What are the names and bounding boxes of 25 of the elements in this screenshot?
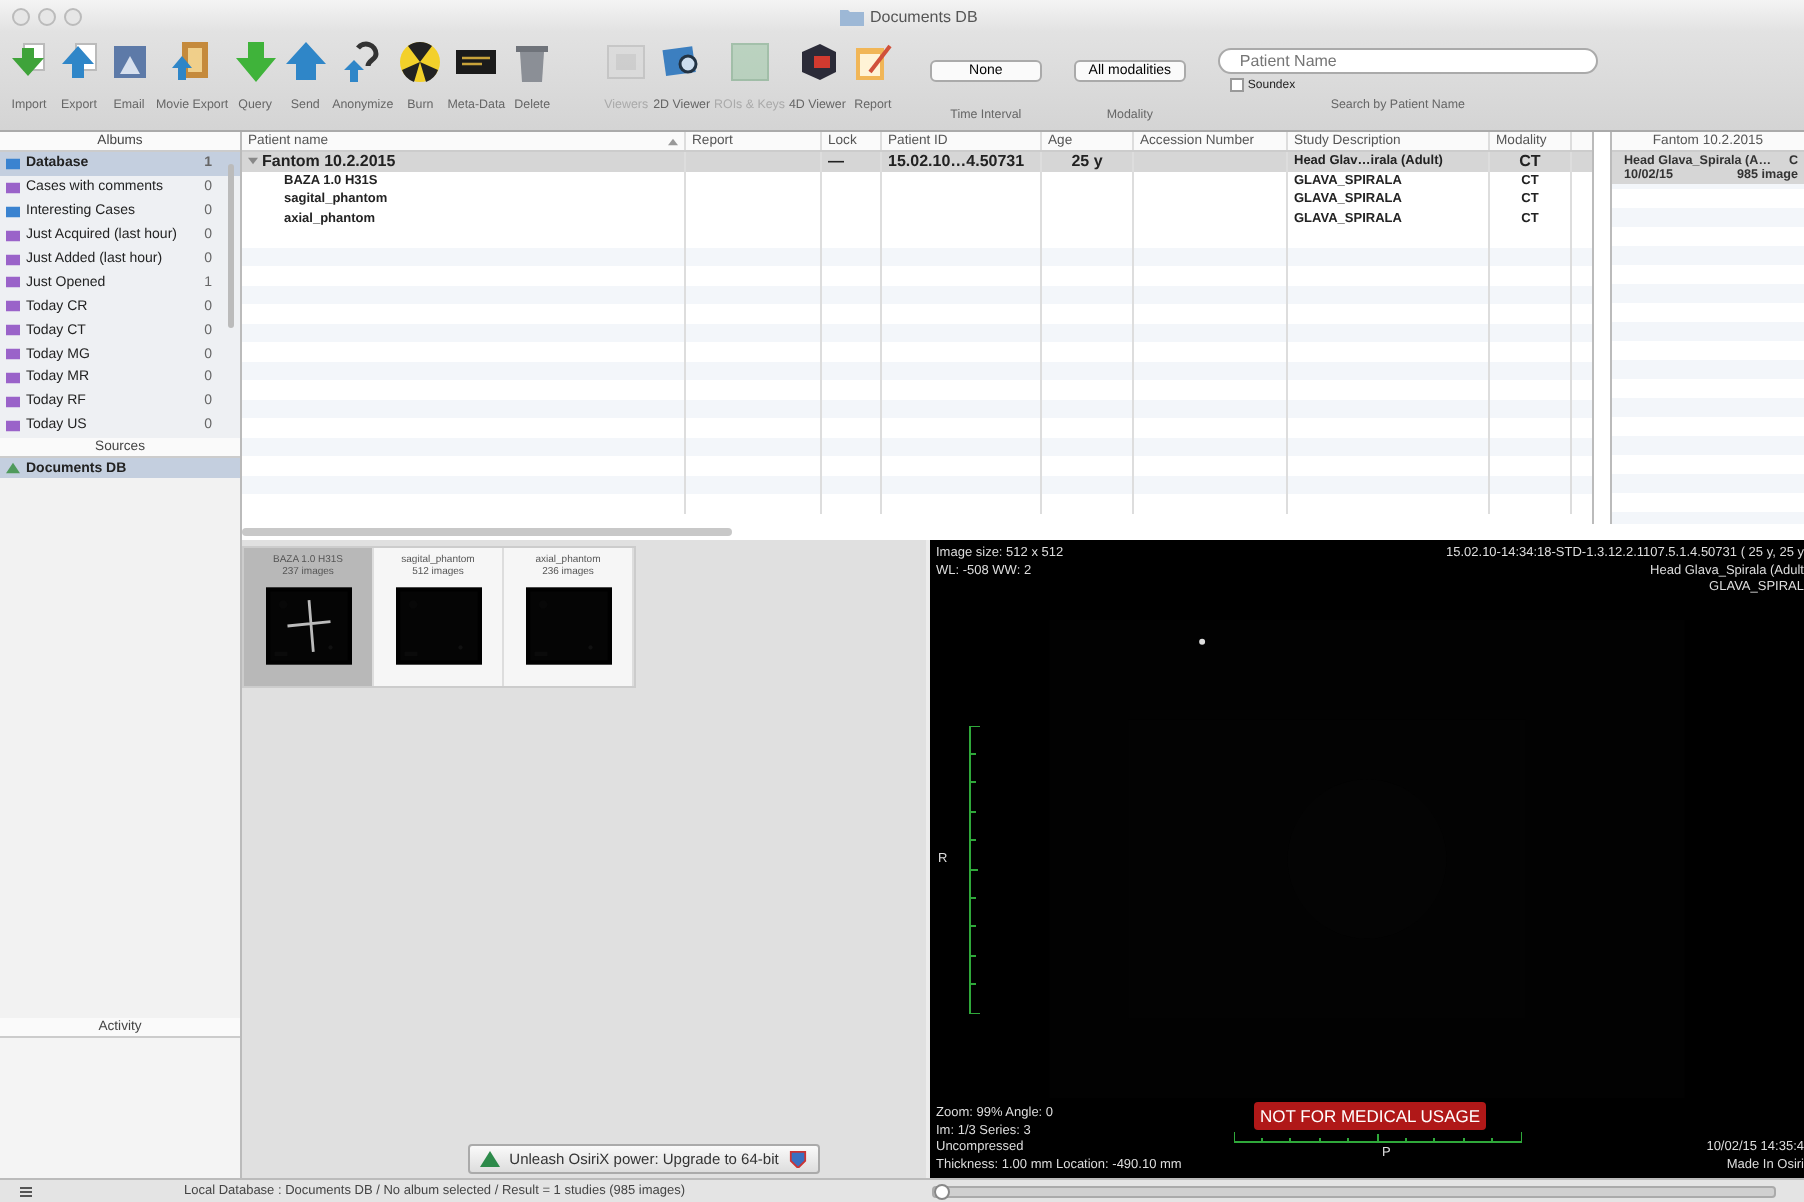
notepad-icon — [850, 40, 895, 84]
mountain-icon — [479, 1150, 500, 1168]
table-cell: — — [828, 152, 844, 171]
table-cell: CT — [1519, 152, 1541, 171]
database-icon — [6, 462, 20, 474]
slider-thumb[interactable] — [934, 1184, 950, 1200]
table-cell: Fantom 10.2.2015 — [262, 152, 396, 171]
table-cell: 25 y — [1071, 152, 1103, 171]
scrollbar[interactable] — [242, 528, 732, 536]
menu-icon[interactable] — [20, 1185, 32, 1197]
folder-icon — [840, 7, 864, 25]
checkbox[interactable] — [1229, 78, 1244, 92]
down-arrow-icon — [233, 40, 278, 84]
image-slider[interactable] — [932, 1186, 1776, 1198]
window-icon — [604, 40, 649, 84]
up-arrow-icon — [283, 40, 328, 84]
warning-badge: NOT FOR MEDICAL USAGE — [1254, 1102, 1487, 1130]
shield-icon — [788, 1150, 809, 1168]
upload-arrow-icon — [57, 40, 101, 84]
square-icon — [727, 40, 772, 84]
window-title: Documents DB — [870, 7, 978, 25]
radiation-icon — [398, 40, 443, 84]
disclosure-triangle-icon[interactable] — [248, 156, 258, 167]
search-field[interactable]: Patient Name — [1217, 48, 1598, 74]
table-cell: 15.02.10…4.50731 — [888, 152, 1025, 171]
